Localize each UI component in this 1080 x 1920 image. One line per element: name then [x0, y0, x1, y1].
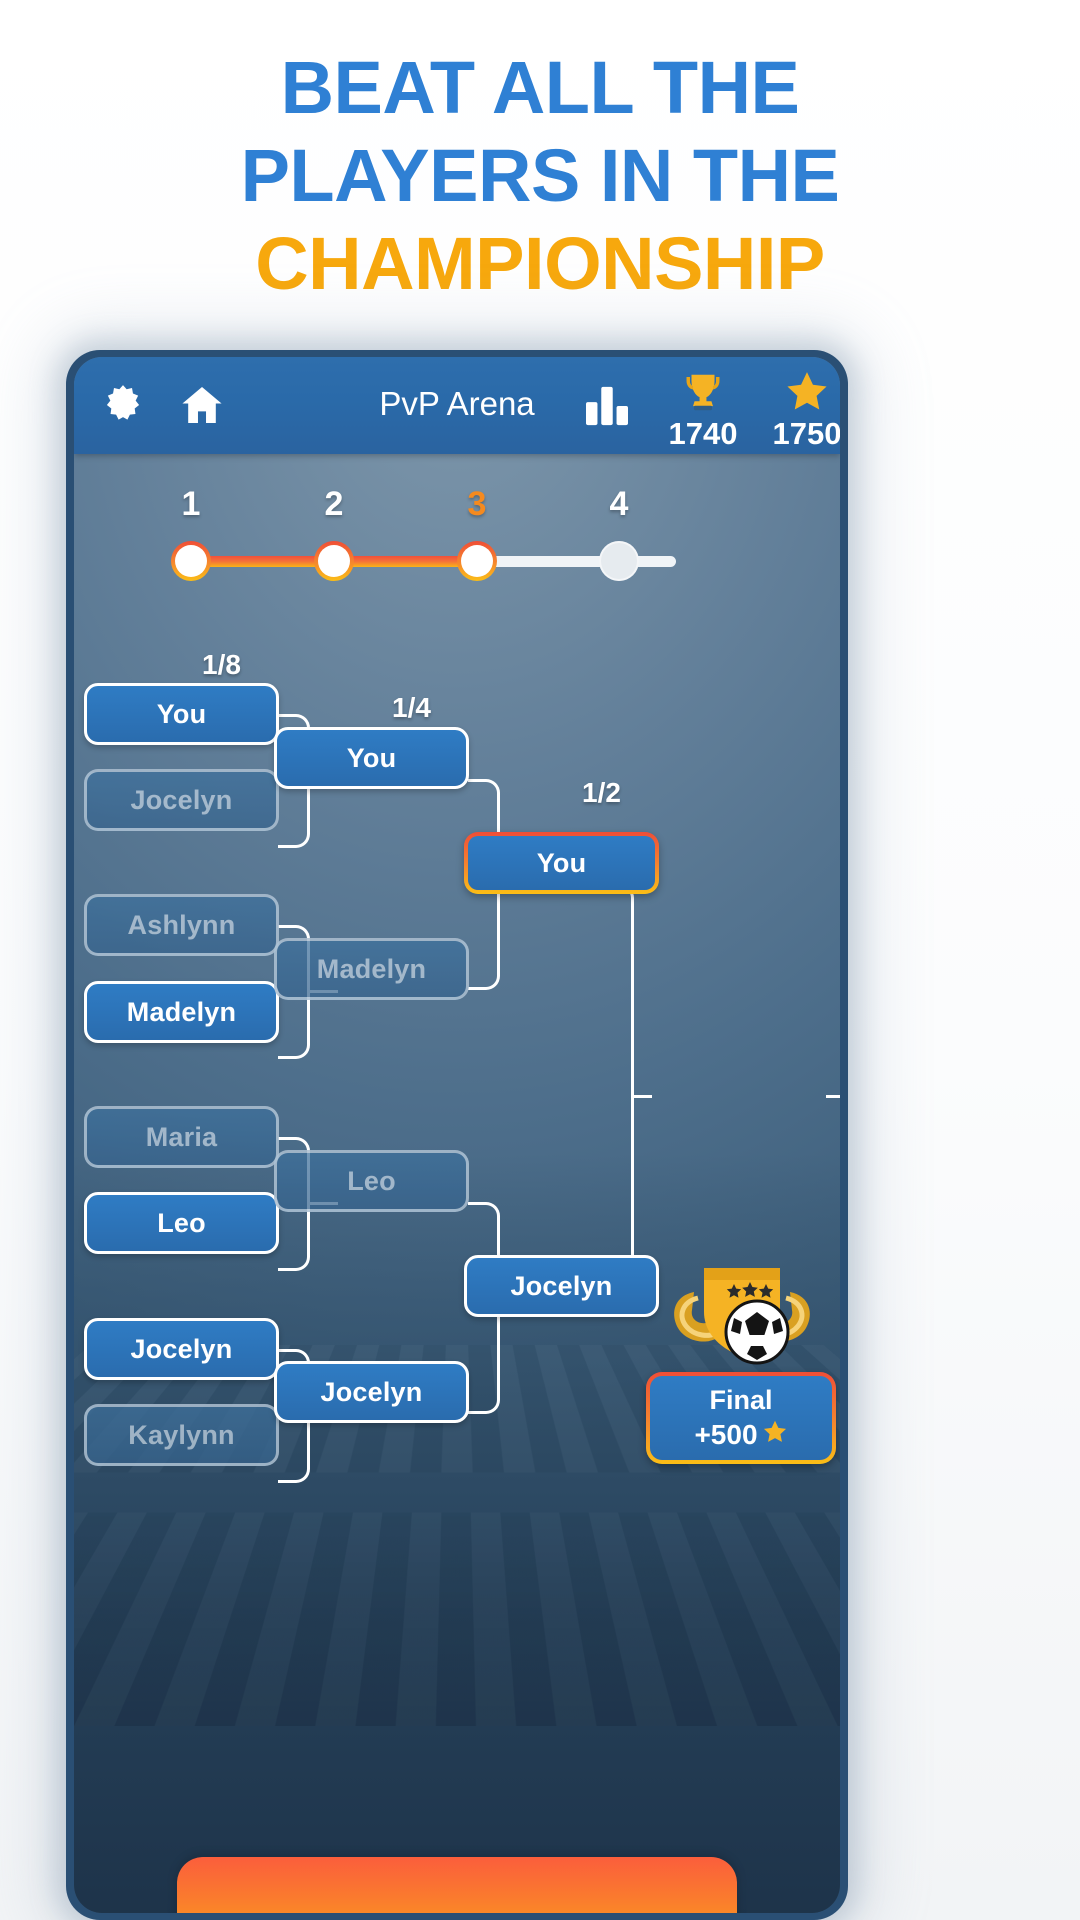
primary-action-button[interactable] [177, 1857, 737, 1913]
player-name: Jocelyn [320, 1376, 423, 1407]
app-screen: PvP Arena 1740 1750 1 2 3 4 1/8 1/4 1/2 … [74, 357, 840, 1913]
player-name: Madelyn [316, 953, 427, 984]
trophy-counter[interactable]: 1740 [648, 369, 758, 452]
star-counter[interactable]: 1750 [752, 369, 840, 452]
bracket-card-r2-2[interactable]: Jocelyn [464, 1255, 659, 1317]
round-label-4: 1/4 [392, 692, 431, 723]
player-name: You [346, 742, 397, 773]
player-name: Madelyn [126, 996, 237, 1027]
phone-frame: PvP Arena 1740 1750 1 2 3 4 1/8 1/4 1/2 … [66, 350, 848, 1920]
player-name: Ashlynn [127, 909, 236, 940]
player-name: Jocelyn [510, 1270, 613, 1301]
app-header: PvP Arena 1740 1750 [74, 357, 840, 454]
final-reward-amount: +500 [694, 1419, 758, 1450]
stepper-label-4: 4 [609, 485, 629, 523]
player-name: Kaylynn [128, 1419, 235, 1450]
bracket-card-r8-5[interactable]: Maria [84, 1106, 279, 1168]
final-reward-card[interactable]: Final +500 [646, 1372, 836, 1464]
player-name: Leo [347, 1165, 396, 1196]
player-name: You [156, 698, 207, 729]
bracket-card-r8-1[interactable]: You [84, 683, 279, 745]
stepper-node-4[interactable] [599, 541, 639, 581]
bracket-card-r4-3[interactable]: Leo [274, 1150, 469, 1212]
star-count: 1750 [772, 416, 840, 451]
promo-screenshot: BEAT ALL THE PLAYERS IN THE CHAMPIONSHIP [0, 0, 1080, 1920]
stepper-label-3: 3 [467, 485, 487, 523]
round-label-8: 1/8 [202, 649, 241, 680]
final-title: Final [709, 1384, 773, 1415]
stepper-labels: 1 2 3 4 [74, 485, 840, 531]
connector-r2-pair [604, 884, 634, 1307]
stepper-label-2: 2 [324, 485, 344, 523]
winged-shield-soccer-ball-icon [664, 1262, 820, 1382]
final-section[interactable]: Final +500 [646, 1262, 836, 1477]
player-name: Jocelyn [130, 784, 233, 815]
bracket-card-r4-1[interactable]: You [274, 727, 469, 789]
bracket-card-r4-4[interactable]: Jocelyn [274, 1361, 469, 1423]
player-name: Leo [157, 1207, 206, 1238]
headline-line-2: PLAYERS IN THE [240, 134, 840, 217]
headline-line-3: CHAMPIONSHIP [255, 222, 825, 305]
stepper-label-1: 1 [181, 485, 201, 523]
player-name: Maria [145, 1121, 218, 1152]
bracket-card-r4-2[interactable]: Madelyn [274, 938, 469, 1000]
stepper-node-1[interactable] [171, 541, 211, 581]
bracket-card-r8-3[interactable]: Ashlynn [84, 894, 279, 956]
player-name: Jocelyn [130, 1333, 233, 1364]
bracket-card-r8-8[interactable]: Kaylynn [84, 1404, 279, 1466]
bracket-card-r8-7[interactable]: Jocelyn [84, 1318, 279, 1380]
stepper-node-2[interactable] [314, 541, 354, 581]
player-name: You [536, 847, 587, 878]
headline-line-1: BEAT ALL THE [280, 46, 800, 129]
trophy-count: 1740 [668, 416, 738, 451]
final-reward: +500 [694, 1419, 787, 1452]
stepper-track [74, 541, 840, 581]
connector-final-in [634, 1095, 652, 1098]
bracket-card-r8-2[interactable]: Jocelyn [84, 769, 279, 831]
bar-chart-icon[interactable] [584, 385, 630, 427]
page-title: BEAT ALL THE PLAYERS IN THE CHAMPIONSHIP [0, 44, 1080, 308]
stepper-progress-remaining [476, 556, 676, 567]
bracket-card-r2-1[interactable]: You [464, 832, 659, 894]
round-label-2: 1/2 [582, 777, 621, 808]
bracket-card-r8-4[interactable]: Madelyn [84, 981, 279, 1043]
bracket-card-r8-6[interactable]: Leo [84, 1192, 279, 1254]
round-stepper: 1 2 3 4 [74, 485, 840, 605]
stepper-node-3[interactable] [457, 541, 497, 581]
connector-final-out [826, 1095, 840, 1098]
star-icon [762, 1419, 788, 1452]
